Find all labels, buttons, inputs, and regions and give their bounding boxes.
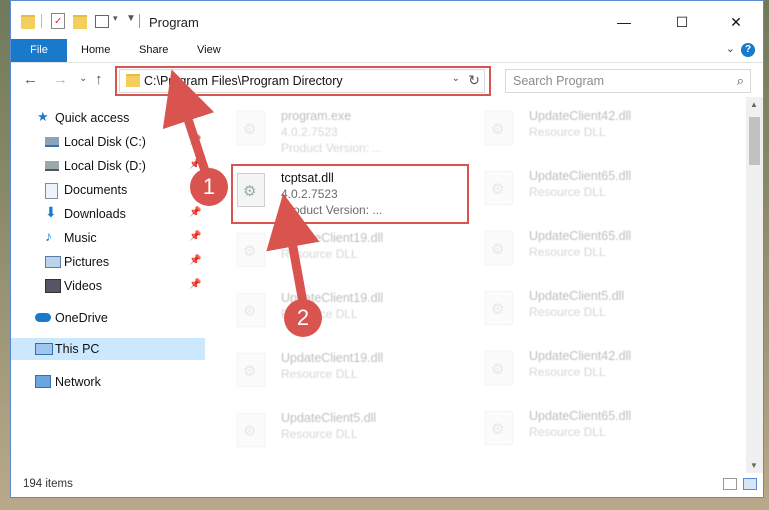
arrow-to-file bbox=[266, 193, 320, 309]
step-1-badge: 1 bbox=[190, 168, 228, 206]
arrow-to-address-bar bbox=[162, 69, 215, 182]
annotation-arrows bbox=[162, 69, 320, 309]
step-2-badge: 2 bbox=[284, 299, 322, 337]
